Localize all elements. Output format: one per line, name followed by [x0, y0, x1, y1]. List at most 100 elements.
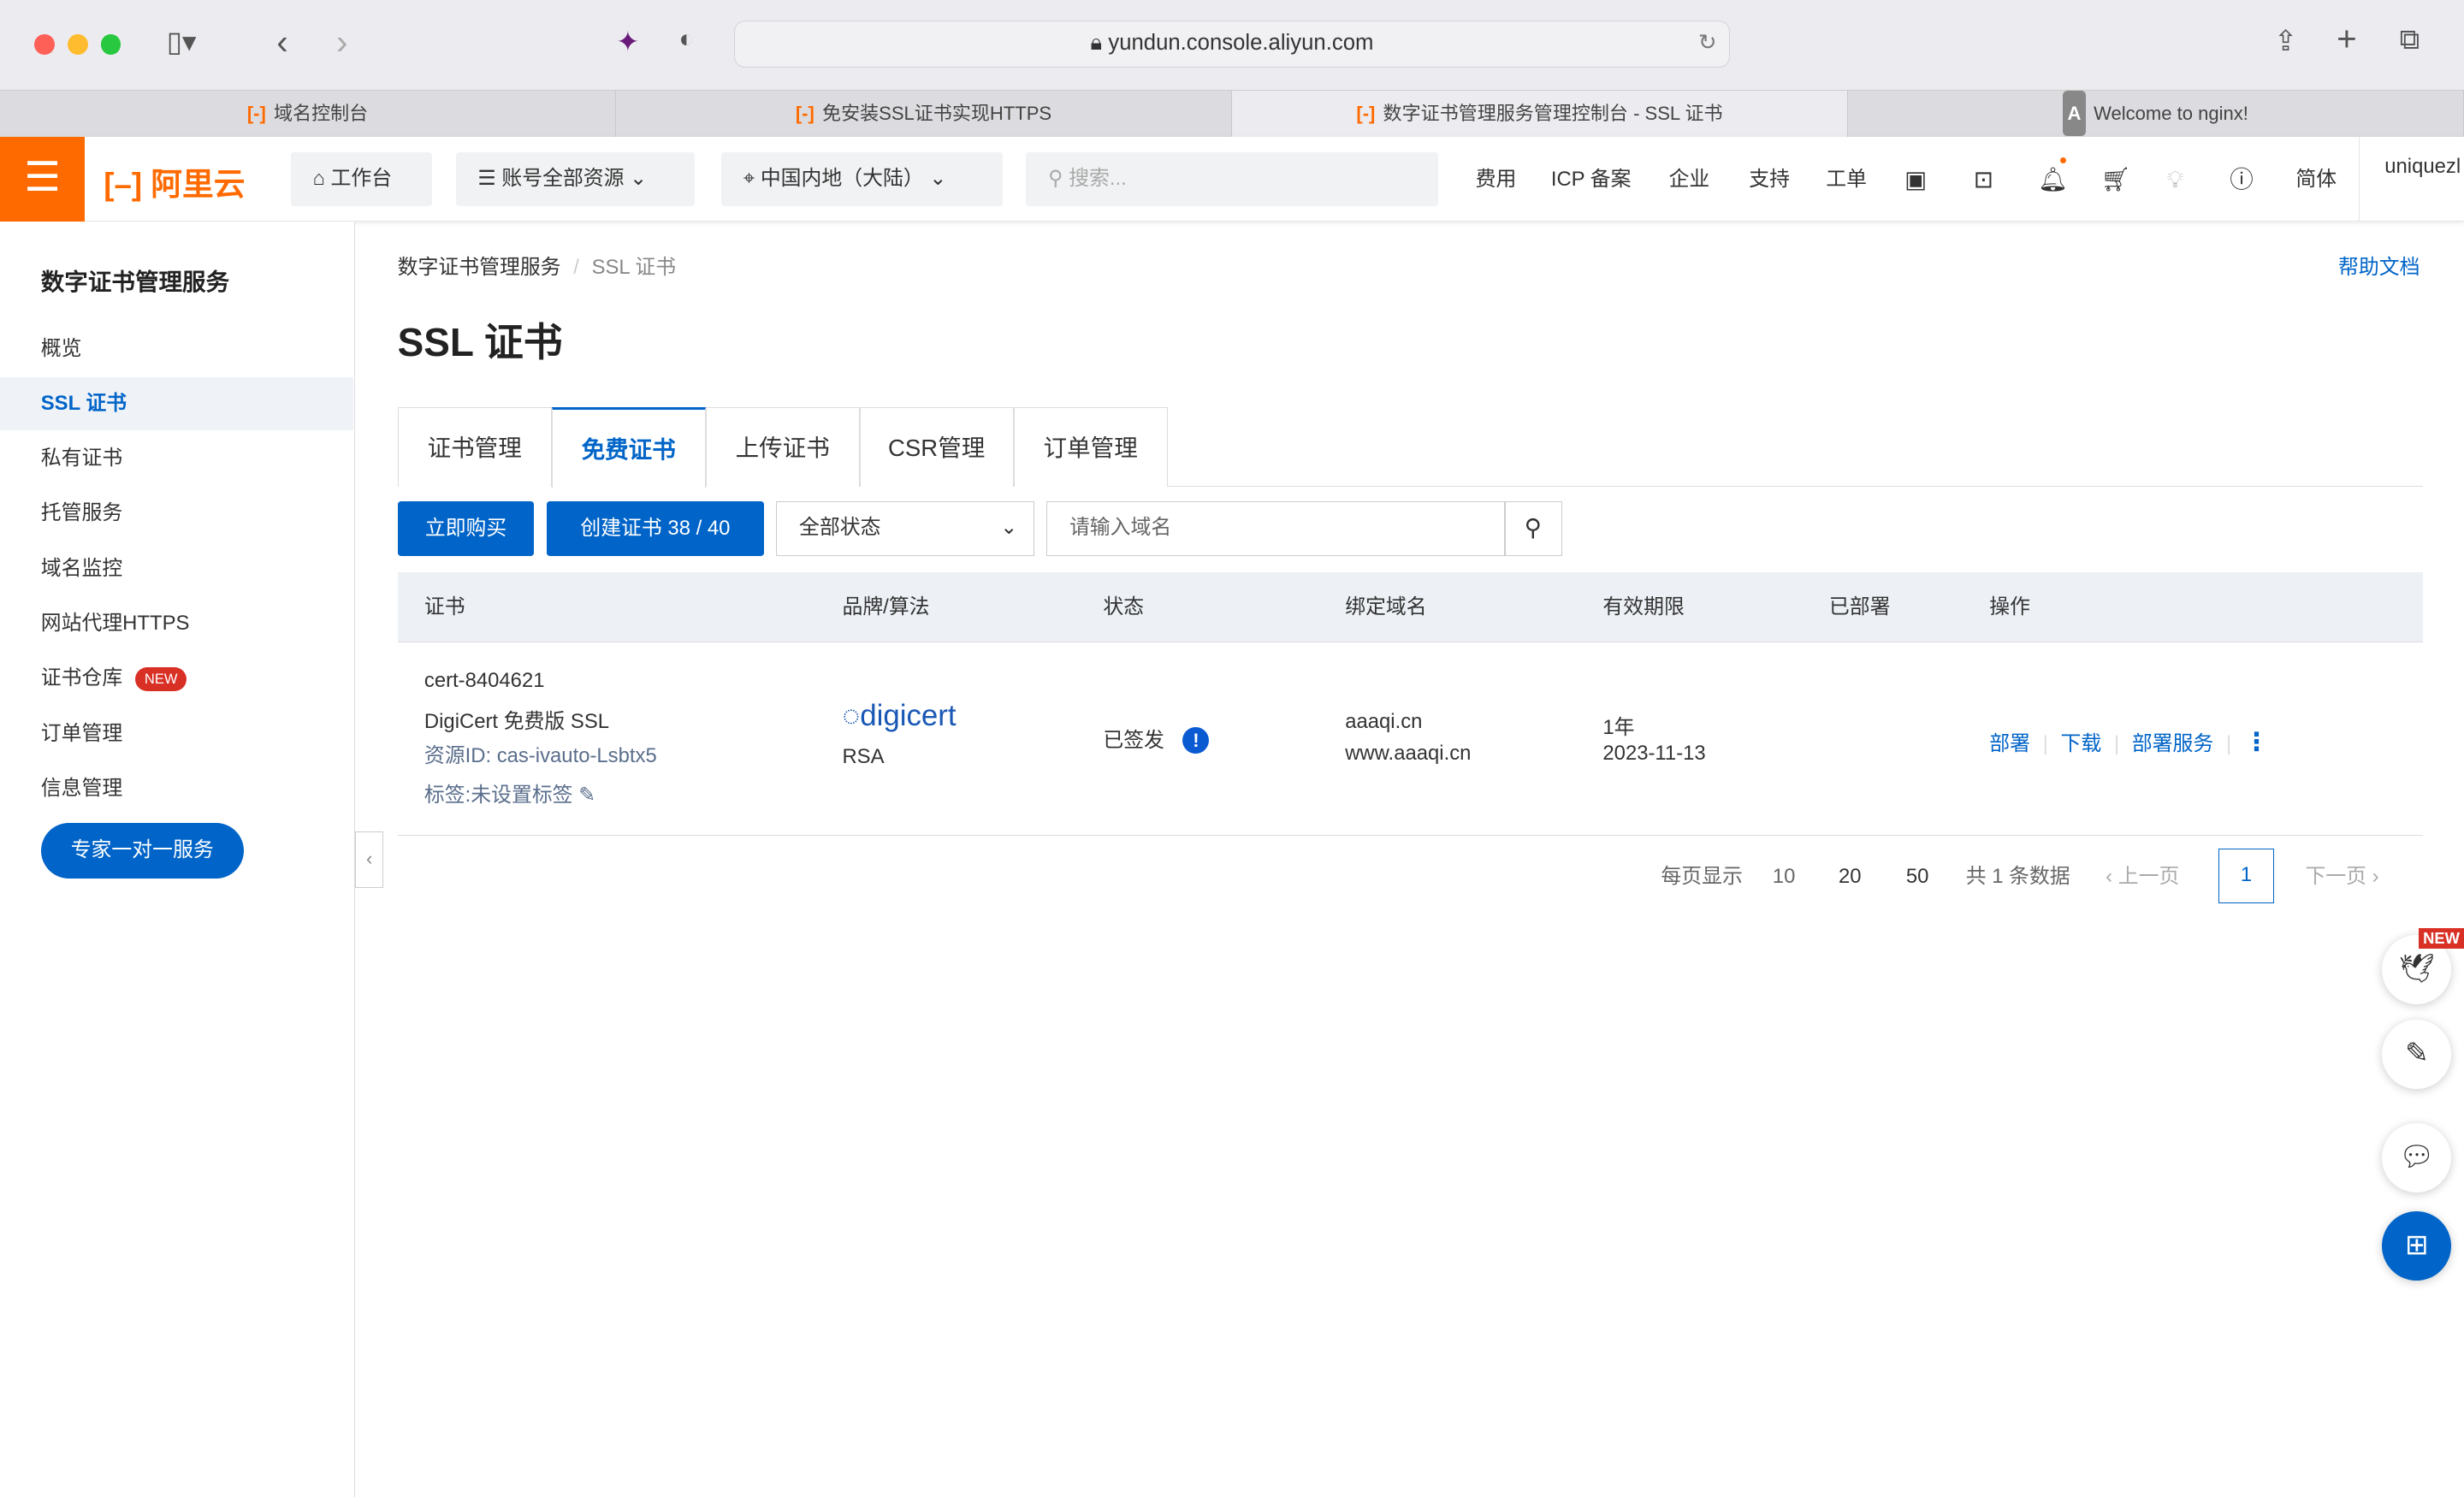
bell-icon[interactable]: 🔔︎ — [2038, 137, 2068, 222]
nav-billing[interactable]: 费用 — [1476, 137, 1517, 222]
col-domain: 绑定域名 — [1345, 595, 1427, 618]
expiry-date: 2023-11-13 — [1602, 741, 1706, 765]
url-text: yundun.console.aliyun.com — [1108, 30, 1374, 55]
col-actions: 操作 — [1989, 595, 2030, 618]
tab-csr[interactable]: CSR管理 — [859, 406, 1014, 488]
nav-enterprise[interactable]: 企业 — [1669, 137, 1710, 222]
language-selector[interactable]: 简体 — [2295, 137, 2337, 222]
minimize-window-button[interactable] — [67, 34, 88, 56]
sidebar-item-private[interactable]: 私有证书 — [0, 432, 353, 485]
page-1-button[interactable]: 1 — [2218, 848, 2274, 904]
sidebar-toggle-icon[interactable]: ▯▾ — [167, 25, 197, 59]
sidebar-item-info[interactable]: 信息管理 — [0, 762, 353, 815]
address-bar[interactable]: 🔒︎ yundun.console.aliyun.com ↻ — [733, 20, 1731, 68]
close-window-button[interactable] — [34, 34, 56, 56]
search-button[interactable]: ⚲ — [1503, 500, 1562, 557]
nav-ticket[interactable]: 工单 — [1826, 137, 1867, 222]
sidebar-item-proxy-https[interactable]: 网站代理HTTPS — [0, 597, 353, 650]
deploy-service-link[interactable]: 部署服务 — [2132, 732, 2213, 755]
nav-icp[interactable]: ICP 备案 — [1551, 137, 1632, 222]
user-menu[interactable]: uniquezl — [2358, 136, 2461, 222]
sidebar-title: 数字证书管理服务 — [40, 268, 230, 295]
domain-search-input[interactable]: 请输入域名 — [1046, 500, 1506, 557]
menu-icon[interactable]: ☰ — [0, 136, 86, 222]
breadcrumb: 数字证书管理服务 / SSL 证书 — [397, 256, 677, 280]
info-icon[interactable]: ! — [1182, 726, 1210, 754]
console-topnav: ☰ [–] 阿里云 ⌂ 工作台 ☰ 账号全部资源 ⌄ ⌖ 中国内地（大陆） ⌄ … — [0, 136, 2464, 222]
domain: www.aaaqi.cn — [1345, 741, 1472, 765]
search-input[interactable]: ⚲ 搜索... — [1026, 152, 1438, 206]
sidebar-item-overview[interactable]: 概览 — [0, 322, 353, 376]
lightbulb-icon[interactable]: 💡︎ — [2167, 137, 2183, 222]
sidebar-item-ssl[interactable]: SSL 证书 — [0, 376, 354, 431]
chat-button[interactable]: 💬︎ — [2382, 1123, 2452, 1193]
sidebar-item-domain-monitor[interactable]: 域名监控 — [0, 542, 353, 595]
terminal-icon[interactable]: ⊡ — [1974, 137, 1993, 222]
status: 已签发 ! — [1103, 723, 1210, 754]
tab-upload[interactable]: 上传证书 — [705, 406, 860, 488]
buy-now-button[interactable]: 立即购买 — [397, 500, 535, 557]
status-filter-select[interactable]: 全部状态 ⌄ — [776, 500, 1034, 557]
forward-icon[interactable]: › — [336, 22, 347, 62]
new-badge: NEW — [2418, 928, 2464, 950]
aliyun-logo[interactable]: [–] 阿里云 — [104, 158, 245, 204]
validity-period: 1年 — [1602, 716, 1635, 740]
browser-tab[interactable]: [-] 域名控制台 — [0, 90, 616, 137]
sidebar-item-orders[interactable]: 订单管理 — [0, 707, 353, 760]
expert-service-button[interactable]: 专家一对一服务 — [40, 823, 244, 879]
more-icon[interactable]: ⋮ — [2244, 728, 2269, 756]
browser-tab[interactable]: [-] 免安装SSL证书实现HTTPS — [616, 90, 1232, 137]
lock-icon: 🔒︎ — [1090, 30, 1103, 55]
list-icon: ☰ — [477, 167, 496, 191]
chevron-down-icon: ⌄ — [630, 167, 648, 191]
breadcrumb-link[interactable]: 数字证书管理服务 — [398, 256, 561, 279]
sidebar-item-hosting[interactable]: 托管服务 — [0, 487, 353, 540]
sidebar-item-repository[interactable]: 证书仓库 NEW — [0, 652, 353, 705]
letter-a-favicon: A — [2062, 90, 2086, 136]
browser-tab[interactable]: A Welcome to nginx! — [1848, 90, 2464, 137]
page-size-20[interactable]: 20 — [1839, 849, 1862, 905]
tag-edit[interactable]: 标签:未设置标签 ✎ — [424, 778, 595, 808]
shield-icon[interactable]: ◐ — [678, 25, 694, 54]
cart-icon[interactable]: 🛒︎ — [2101, 137, 2131, 222]
per-page-label: 每页显示 — [1661, 864, 1743, 888]
share-icon[interactable]: ⇪ — [2274, 24, 2298, 58]
next-page-button[interactable]: 下一页 › — [2305, 849, 2378, 905]
maximize-window-button[interactable] — [100, 34, 121, 56]
browser-tabs: [-] 域名控制台 [-] 免安装SSL证书实现HTTPS [-] 数字证书管理服务管… — [0, 89, 2464, 137]
nav-support[interactable]: 支持 — [1749, 137, 1790, 222]
page-size-50[interactable]: 50 — [1906, 849, 1929, 905]
chevron-down-icon: ⌄ — [929, 167, 947, 191]
row-actions: 部署 | 下载 | 部署服务 | ⋮ — [1989, 727, 2270, 756]
new-badge: NEW — [134, 667, 187, 691]
collapse-sidebar-button[interactable]: ‹ — [355, 831, 384, 888]
download-link[interactable]: 下载 — [2061, 732, 2102, 755]
region-selector[interactable]: ⌖ 中国内地（大陆） ⌄ — [721, 152, 1003, 206]
new-tab-icon[interactable]: + — [2337, 19, 2357, 59]
reload-icon[interactable]: ↻ — [1698, 21, 1717, 65]
algorithm: RSA — [842, 744, 885, 768]
prev-page-button[interactable]: ‹ 上一页 — [2106, 849, 2179, 905]
help-icon[interactable]: ⓘ — [2230, 137, 2254, 222]
deploy-link[interactable]: 部署 — [1989, 732, 2030, 755]
back-icon[interactable]: ‹ — [276, 22, 287, 62]
workbench-button[interactable]: ⌂ 工作台 — [290, 152, 433, 206]
page-title: SSL 证书 — [397, 319, 563, 364]
tab-orders[interactable]: 订单管理 — [1013, 406, 1168, 488]
pencil-icon: ✎ — [578, 784, 596, 808]
search-icon: ⚲ — [1048, 167, 1063, 191]
col-brand: 品牌/算法 — [842, 595, 930, 618]
resource-selector[interactable]: ☰ 账号全部资源 ⌄ — [455, 152, 695, 206]
tab-free-cert[interactable]: 免费证书 — [551, 406, 706, 489]
tab-cert-management[interactable]: 证书管理 — [397, 406, 552, 488]
tabs-overview-icon[interactable]: ⧉ — [2400, 24, 2420, 56]
page-size-10[interactable]: 10 — [1773, 849, 1796, 905]
app-icon[interactable]: ▣ — [1904, 137, 1927, 222]
col-status: 状态 — [1103, 595, 1145, 618]
extension-icon[interactable]: ✦ — [616, 25, 640, 59]
browser-tab-active[interactable]: [-] 数字证书管理服务管理控制台 - SSL 证书 — [1231, 90, 1848, 137]
edit-feedback-button[interactable]: ✎ — [2382, 1020, 2452, 1089]
apps-button[interactable]: ⊞ — [2382, 1211, 2452, 1281]
create-cert-button[interactable]: 创建证书 38 / 40 — [547, 500, 764, 557]
help-docs-link[interactable]: 帮助文档 — [2338, 250, 2420, 280]
